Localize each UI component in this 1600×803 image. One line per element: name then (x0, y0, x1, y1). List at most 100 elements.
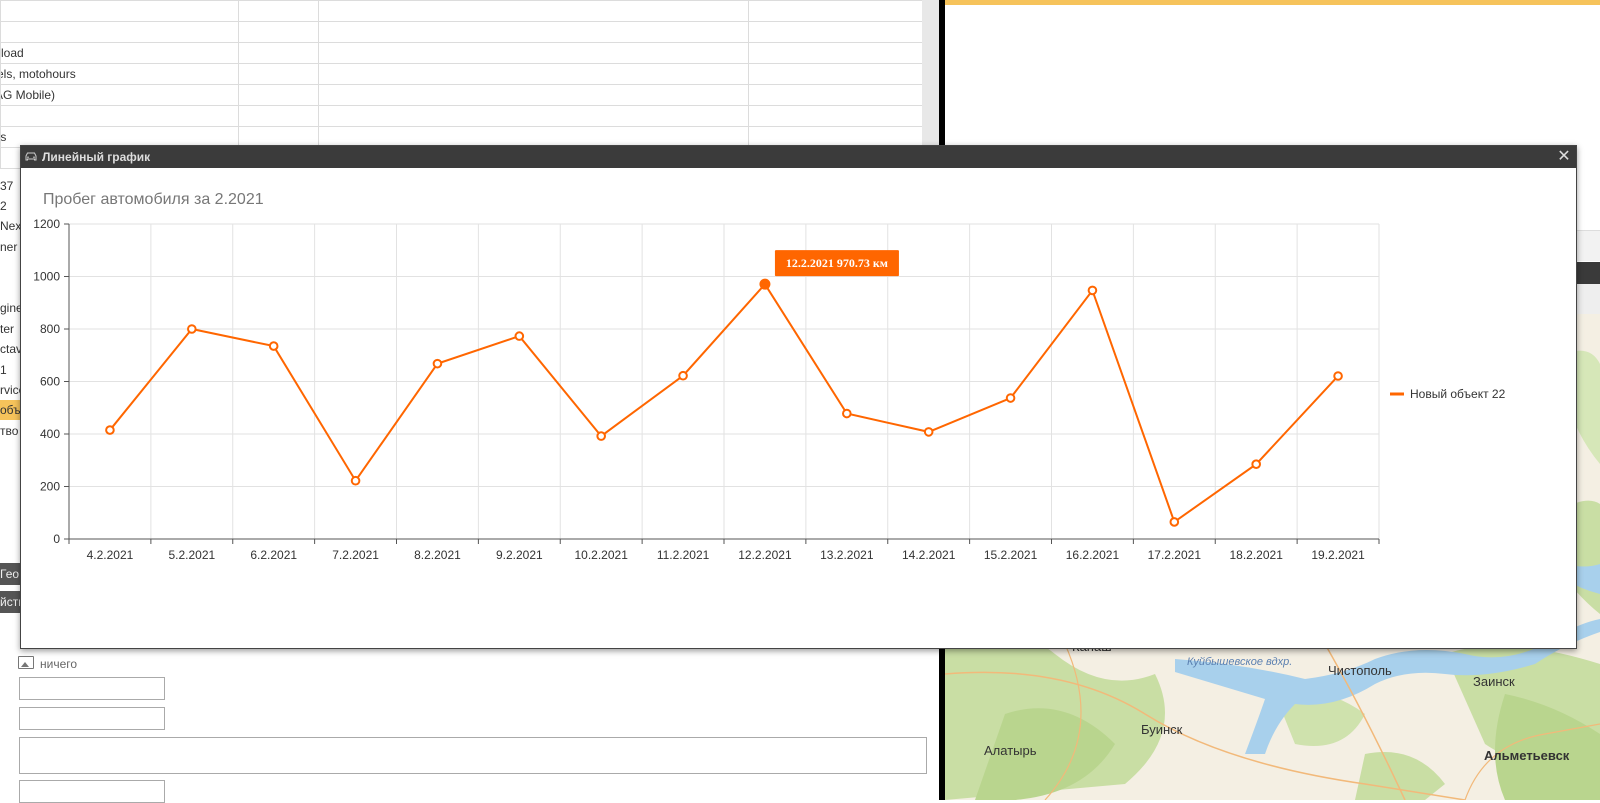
data-point[interactable] (105, 425, 115, 435)
line-chart-window: Линейный график ✕ Пробег автомобиля за 2… (20, 145, 1577, 649)
map-label-reservoir: Куйбышевское вдхр. (1187, 656, 1293, 668)
object-list-item[interactable] (0, 278, 22, 298)
x-tick-label: 12.2.2021 (738, 548, 792, 562)
table-row[interactable]: vels, motohours (0, 63, 923, 85)
chart-area: Пробег автомобиля за 2.2021 0 200 400 600 800… (21, 169, 1576, 647)
table-row[interactable]: nt (0, 105, 923, 127)
data-point[interactable] (842, 408, 852, 419)
object-list-item-label: gine (0, 301, 22, 315)
data-point[interactable] (759, 278, 771, 290)
table-cell (318, 42, 749, 64)
table-row[interactable] (0, 0, 923, 22)
table-cell (238, 105, 319, 127)
data-point[interactable] (1169, 517, 1180, 527)
y-tick-label: 600 (40, 375, 60, 389)
y-tick-label: 1000 (33, 270, 60, 284)
map-label-alatyr: Алатырь (984, 743, 1037, 758)
geo-bar-label: Гео (0, 567, 20, 581)
data-point[interactable] (1333, 371, 1343, 381)
object-list-item-label: ner (0, 240, 18, 254)
object-list-item[interactable]: объект (0, 400, 22, 420)
x-tick-label: 17.2.2021 (1148, 548, 1202, 562)
table-cell (748, 0, 923, 22)
y-tick-label: 400 (40, 427, 60, 441)
data-point[interactable] (678, 370, 688, 381)
x-tick-label: 6.2.2021 (250, 548, 297, 562)
image-icon (18, 656, 34, 669)
data-point[interactable] (1251, 459, 1261, 469)
background-table: e loadvels, motohours(AG Mobile)ntelst (0, 0, 923, 169)
image-row: ничего (18, 656, 77, 671)
form-field-1[interactable] (19, 677, 165, 700)
table-cell (318, 0, 749, 22)
data-point[interactable] (350, 475, 361, 486)
data-point[interactable] (1005, 393, 1016, 403)
object-list-item[interactable]: 37 (0, 176, 22, 196)
x-tick-label: 8.2.2021 (414, 548, 461, 562)
table-cell (318, 105, 749, 127)
table-cell-name: nt (0, 105, 239, 127)
form-field-2[interactable] (19, 707, 165, 730)
table-cell (748, 63, 923, 85)
form-textarea[interactable] (19, 737, 927, 774)
data-point[interactable] (432, 358, 443, 369)
table-cell (318, 21, 749, 43)
object-list-item[interactable]: gine (0, 298, 22, 318)
table-cell (748, 42, 923, 64)
object-list-item-label: тво I (0, 424, 22, 438)
object-list-item[interactable]: ner (0, 237, 22, 257)
object-list-item[interactable]: 1 (0, 360, 22, 380)
chart-title: Пробег автомобиля за 2.2021 (43, 191, 264, 208)
table-cell-name: vels, motohours (0, 63, 239, 85)
table-cell (238, 84, 319, 106)
geo-bar: Гео (0, 563, 22, 585)
table-cell (238, 0, 319, 22)
object-list-item-label: 37 (0, 179, 14, 193)
table-row[interactable]: (AG Mobile) (0, 84, 923, 106)
object-list-item-label: Nexia (0, 219, 22, 233)
data-point[interactable] (596, 431, 606, 441)
object-list-item-label: объект (0, 403, 22, 417)
object-list-item-label: ter (0, 322, 15, 336)
object-list-item[interactable]: 2 (0, 196, 22, 216)
car-icon (25, 152, 37, 161)
object-list-item[interactable]: Nexia (0, 216, 22, 236)
x-tick-label: 18.2.2021 (1229, 548, 1283, 562)
x-tick-label: 19.2.2021 (1311, 548, 1365, 562)
x-tick-label: 15.2.2021 (984, 548, 1038, 562)
actions-bar: йств (0, 591, 22, 613)
data-point[interactable] (514, 331, 525, 341)
data-point[interactable] (187, 324, 197, 334)
table-cell-name (0, 0, 239, 22)
object-list-item[interactable]: rvice (0, 380, 22, 400)
table-cell (748, 84, 923, 106)
table-cell (318, 84, 749, 106)
data-point[interactable] (268, 341, 279, 351)
object-list-item[interactable]: тво I (0, 421, 22, 441)
data-point[interactable] (1087, 285, 1098, 296)
table-cell (318, 63, 749, 85)
x-tick-label: 10.2.2021 (574, 548, 628, 562)
object-list-item[interactable]: ctavia (0, 339, 22, 359)
table-cell-name (0, 21, 239, 43)
x-tick-label: 14.2.2021 (902, 548, 956, 562)
x-tick-label: 9.2.2021 (496, 548, 543, 562)
table-cell (748, 21, 923, 43)
window-title: Линейный график (42, 150, 151, 164)
y-tick-label: 200 (40, 480, 60, 494)
data-point[interactable] (923, 427, 934, 437)
y-tick-label: 0 (53, 532, 60, 546)
table-cell (748, 105, 923, 127)
y-tick-label: 800 (40, 322, 60, 336)
close-button[interactable]: ✕ (1556, 146, 1572, 168)
y-tick-label: 1200 (33, 217, 60, 231)
table-row[interactable] (0, 21, 923, 43)
window-titlebar[interactable]: Линейный график ✕ (21, 146, 1576, 168)
legend-label[interactable]: Новый объект 22 (1410, 387, 1506, 401)
background-form: ничего (0, 650, 941, 803)
table-row[interactable]: e load (0, 42, 923, 64)
object-list-item[interactable]: ter (0, 319, 22, 339)
table-cell (238, 42, 319, 64)
object-list-item-label: 1 (0, 363, 7, 377)
x-tick-label: 13.2.2021 (820, 548, 874, 562)
